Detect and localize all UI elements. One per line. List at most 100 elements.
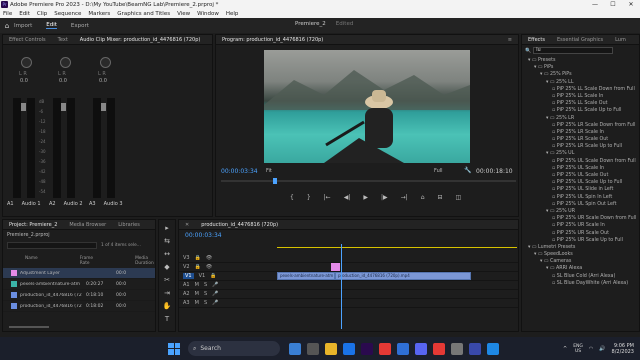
- menu-edit[interactable]: Edit: [19, 11, 30, 17]
- work-area-bar[interactable]: [277, 247, 517, 248]
- tab-program[interactable]: Program: production_id_4476816 (720p): [216, 37, 329, 43]
- tab-project[interactable]: Project: Premiere_2: [3, 222, 63, 228]
- tab-text[interactable]: Text: [52, 37, 74, 43]
- play-button[interactable]: ▶: [363, 194, 368, 201]
- taskbar-app-icon[interactable]: [289, 342, 301, 355]
- effects-preset[interactable]: ▫ PiP 25% UL Spin Out Left: [522, 202, 639, 209]
- project-item[interactable]: pexels-ambientnature-atm 0:20:27 00:0: [3, 279, 155, 290]
- taskbar-app-icon[interactable]: [379, 342, 391, 355]
- project-item[interactable]: production_id_4476816 (72 0:18:02 00:0: [3, 301, 155, 312]
- timeline-timecode[interactable]: 00:00:03:34: [179, 230, 518, 241]
- export-frame-button[interactable]: ◫: [456, 194, 462, 201]
- column-frame-rate[interactable]: Frame Rate: [80, 256, 93, 266]
- mode-edit[interactable]: Edit: [46, 22, 57, 29]
- mode-import[interactable]: Import: [14, 23, 32, 29]
- taskbar-app-icon[interactable]: [397, 342, 409, 355]
- clock[interactable]: 9:06 PM 8/2/2023: [612, 343, 634, 355]
- tab-media-browser[interactable]: Media Browser: [63, 222, 112, 228]
- extract-button[interactable]: ⊟: [438, 194, 443, 201]
- pan-knob[interactable]: [100, 57, 111, 68]
- close-icon[interactable]: ✕: [179, 222, 195, 228]
- home-icon[interactable]: ⌂: [0, 18, 14, 33]
- program-timecode[interactable]: 00:00:03:34: [221, 168, 258, 175]
- clip-video[interactable]: production_id_4476816 (720p).mp4: [335, 272, 471, 280]
- tab-libraries[interactable]: Libraries: [112, 222, 146, 228]
- effects-preset[interactable]: ▫ PiP 25% UL Spin In Left: [522, 195, 639, 202]
- effects-preset[interactable]: ▫ PiP 25% UL Scale Down from Full: [522, 159, 639, 166]
- hand-tool-icon[interactable]: ✋: [162, 301, 172, 311]
- go-to-in-button[interactable]: |←: [324, 194, 331, 201]
- razor-tool-icon[interactable]: ✂: [162, 275, 172, 285]
- selection-tool-icon[interactable]: ▸: [162, 223, 172, 233]
- volume-icon[interactable]: 🔊: [599, 346, 605, 352]
- pan-knob[interactable]: [60, 57, 71, 68]
- taskbar-app-icon[interactable]: [343, 342, 355, 355]
- lift-button[interactable]: ⌂: [421, 194, 425, 201]
- wrench-icon[interactable]: 🔧: [464, 167, 471, 174]
- fit-select[interactable]: Fit: [266, 168, 272, 174]
- close-button[interactable]: ✕: [622, 0, 640, 9]
- mode-export[interactable]: Export: [71, 23, 89, 29]
- panel-menu-icon[interactable]: ≡: [502, 37, 518, 43]
- taskbar-app-icon[interactable]: [307, 342, 319, 355]
- effects-preset[interactable]: ▫ PiP 25% UR Scale Up to Full: [522, 238, 639, 245]
- effects-preset[interactable]: ▫ SL Blue DayWhite (Arri Alexa): [522, 281, 639, 288]
- taskbar-app-icon[interactable]: [361, 342, 373, 355]
- ripple-edit-tool-icon[interactable]: ↔: [162, 249, 172, 259]
- language-indicator[interactable]: ENG US: [573, 344, 583, 354]
- effects-preset[interactable]: ▫ PiP 25% LL Scale Down from Full: [522, 87, 639, 94]
- fader-handle[interactable]: [21, 103, 26, 111]
- effects-preset[interactable]: ▫ PiP 25% UL Scale In: [522, 166, 639, 173]
- effects-search-input[interactable]: lu: [533, 47, 614, 54]
- effects-folder[interactable]: ▾ ▭ 25% LR: [522, 116, 639, 123]
- type-tool-icon[interactable]: T: [162, 314, 172, 324]
- effects-folder[interactable]: ▾ ▭ 25% PiPs: [522, 72, 639, 79]
- clip-audio-atmosphere[interactable]: pexels-ambientnature-atm: [277, 272, 335, 280]
- effects-folder[interactable]: ▾ ▭ 25% UL: [522, 151, 639, 158]
- effects-preset[interactable]: ▫ PiP 25% LR Scale In: [522, 130, 639, 137]
- taskbar-app-icon[interactable]: [469, 342, 481, 355]
- effects-preset[interactable]: ▫ PiP 25% LR Scale Down from Full: [522, 123, 639, 130]
- minimize-button[interactable]: —: [586, 0, 604, 9]
- windows-start-icon[interactable]: [168, 342, 180, 355]
- fader-handle[interactable]: [101, 103, 106, 111]
- effects-folder[interactable]: ▾ ▭ ARRI Alexa: [522, 266, 639, 273]
- effects-preset[interactable]: ▫ PiP 25% LR Scale Up to Full: [522, 144, 639, 151]
- menu-graphics[interactable]: Graphics and Titles: [117, 11, 170, 17]
- tab-essential-graphics[interactable]: Essential Graphics: [551, 37, 609, 43]
- effects-folder[interactable]: ▾ ▭ Lumetri Presets: [522, 245, 639, 252]
- menu-sequence[interactable]: Sequence: [54, 11, 81, 17]
- taskbar-app-icon[interactable]: [487, 342, 499, 355]
- menu-window[interactable]: Window: [197, 11, 219, 17]
- taskbar-search[interactable]: ⌕ Search: [188, 341, 280, 356]
- effects-folder[interactable]: ▾ ▭ 25% LL: [522, 80, 639, 87]
- maximize-button[interactable]: ☐: [604, 0, 622, 9]
- mark-in-button[interactable]: {: [290, 194, 294, 201]
- program-scrub-bar[interactable]: [221, 180, 516, 182]
- mark-out-button[interactable]: }: [307, 194, 311, 201]
- tab-audio-clip-mixer[interactable]: Audio Clip Mixer: production_id_4476816 …: [74, 37, 207, 43]
- tab-effect-controls[interactable]: Effect Controls: [3, 37, 52, 43]
- project-search-input[interactable]: [7, 242, 97, 249]
- menu-view[interactable]: View: [177, 11, 190, 17]
- tab-sequence[interactable]: production_id_4476816 (720p): [195, 222, 284, 228]
- pan-knob[interactable]: [21, 57, 32, 68]
- fader-handle[interactable]: [61, 103, 66, 111]
- tab-effects[interactable]: Effects: [522, 37, 551, 43]
- pen-tool-icon[interactable]: ◆: [162, 262, 172, 272]
- wifi-icon[interactable]: ◠: [589, 346, 593, 352]
- effects-preset[interactable]: ▫ PiP 25% UR Scale In: [522, 223, 639, 230]
- zoom-slider[interactable]: [9, 326, 49, 328]
- taskbar-app-icon[interactable]: [433, 342, 445, 355]
- tray-chevron-icon[interactable]: ^: [563, 346, 567, 352]
- menu-help[interactable]: Help: [226, 11, 239, 17]
- column-duration[interactable]: Media Duration: [135, 256, 154, 266]
- quality-select[interactable]: Full: [434, 168, 443, 174]
- step-back-button[interactable]: ◀|: [344, 194, 351, 201]
- menu-file[interactable]: File: [3, 11, 12, 17]
- project-item[interactable]: production_id_4476816 (72 0:18:10 00:0: [3, 290, 155, 301]
- adjustment-layer-clip[interactable]: [331, 263, 340, 271]
- column-name[interactable]: Name: [25, 256, 38, 266]
- step-forward-button[interactable]: |▶: [381, 194, 388, 201]
- effects-preset[interactable]: ▫ PiP 25% UR Scale Out: [522, 231, 639, 238]
